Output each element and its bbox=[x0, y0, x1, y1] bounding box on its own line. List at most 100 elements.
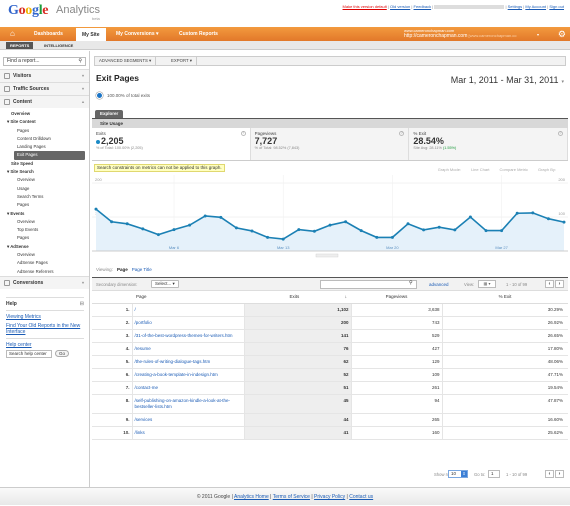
data-point[interactable] bbox=[406, 222, 410, 226]
sidebar-item[interactable]: ▾ AdSense bbox=[0, 243, 89, 251]
page-link[interactable]: / bbox=[135, 307, 136, 312]
metric-pageviews[interactable]: Pageviews 7,727 % of Total: 98.52% (7,84… bbox=[250, 128, 410, 160]
data-point[interactable] bbox=[281, 237, 285, 241]
data-point[interactable] bbox=[125, 222, 129, 226]
account-dropdown-icon[interactable]: ▾ bbox=[537, 32, 539, 37]
my-account-link[interactable]: My Account bbox=[525, 4, 546, 9]
sign-out-link[interactable]: Sign out bbox=[549, 4, 564, 9]
data-point[interactable] bbox=[546, 217, 550, 221]
table-row[interactable]: 6./creating-a-book-template-in-indesign.… bbox=[92, 368, 568, 382]
col-pageviews[interactable]: Pageviews bbox=[351, 291, 442, 304]
table-row[interactable]: 9./services 44 265 16.60% bbox=[92, 413, 568, 427]
sidebar-item[interactable]: AdSense Referrers bbox=[0, 268, 89, 276]
sidebar-item[interactable]: AdSense Pages bbox=[0, 259, 89, 267]
page-link[interactable]: /31-of-the-best-wordpress-themes-for-wri… bbox=[135, 333, 233, 338]
data-point[interactable] bbox=[437, 225, 441, 229]
page-link[interactable]: /the-rules-of-writing-dialogue-tags.htm bbox=[135, 359, 211, 364]
page-link[interactable]: /links bbox=[135, 430, 145, 435]
contact-link[interactable]: Contact us bbox=[349, 494, 373, 500]
sidebar-section-conversions[interactable]: Conversions ▾ bbox=[0, 275, 89, 289]
tab-my-site[interactable]: My Site bbox=[76, 28, 106, 41]
tab-dashboards[interactable]: Dashboards bbox=[28, 27, 69, 41]
page-link[interactable]: /self-publishing-on-amazon-kindle-a-look… bbox=[135, 398, 231, 409]
prev-page-button[interactable]: ‹ bbox=[545, 280, 554, 288]
old-reports-link[interactable]: Find Your Old Reports in the New Interfa… bbox=[6, 323, 84, 335]
sidebar-item[interactable]: Landing Pages bbox=[0, 143, 89, 151]
sidebar-item[interactable]: Pages bbox=[0, 201, 89, 209]
gear-icon[interactable]: ⚙ bbox=[558, 29, 566, 39]
tab-custom-reports[interactable]: Custom Reports bbox=[173, 27, 224, 41]
data-point[interactable] bbox=[266, 235, 270, 239]
old-version-link[interactable]: Old version bbox=[390, 4, 410, 9]
analytics-home-link[interactable]: Analytics Home bbox=[234, 494, 269, 500]
metric-exits[interactable]: Exits 2,205 % of Total: 100.00% (2,205) … bbox=[92, 128, 251, 160]
view-grid-button[interactable]: ▦ ▾ bbox=[478, 280, 496, 288]
tab-site-usage[interactable]: Site Usage bbox=[92, 118, 568, 128]
data-point[interactable] bbox=[359, 229, 363, 233]
help-center-link[interactable]: Help center bbox=[6, 342, 84, 348]
data-point[interactable] bbox=[422, 228, 426, 232]
page-link[interactable]: /contact-me bbox=[135, 385, 159, 390]
tab-page-title[interactable]: Page Title bbox=[132, 267, 152, 272]
next-page-button[interactable]: › bbox=[555, 280, 564, 288]
data-point[interactable] bbox=[375, 235, 379, 239]
table-row[interactable]: 4./resume 76 427 17.80% bbox=[92, 342, 568, 356]
compare-metric-option[interactable]: Compare Metric bbox=[500, 167, 528, 172]
sidebar-item[interactable]: Exit Pages bbox=[14, 151, 85, 160]
chart-resize-handle[interactable] bbox=[315, 253, 339, 258]
table-row[interactable]: 8./self-publishing-on-amazon-kindle-a-lo… bbox=[92, 394, 568, 414]
table-row[interactable]: 3./31-of-the-best-wordpress-themes-for-w… bbox=[92, 329, 568, 343]
data-point[interactable] bbox=[250, 229, 254, 233]
sidebar-item[interactable]: Pages bbox=[0, 234, 89, 242]
search-icon[interactable]: ⚲ bbox=[78, 58, 82, 65]
sidebar-item[interactable]: ▾ Site Content bbox=[0, 118, 89, 126]
minimize-icon[interactable]: ⊟ bbox=[80, 301, 84, 307]
data-point[interactable] bbox=[468, 215, 472, 219]
help-icon[interactable]: ? bbox=[558, 131, 564, 136]
settings-link[interactable]: Settings bbox=[508, 4, 522, 9]
sidebar-item[interactable]: Search Terms bbox=[0, 193, 89, 201]
data-point[interactable] bbox=[515, 211, 519, 215]
data-point[interactable] bbox=[110, 220, 114, 224]
data-point[interactable] bbox=[156, 233, 160, 237]
find-report-input[interactable]: Find a report... ⚲ bbox=[3, 57, 86, 66]
data-point[interactable] bbox=[172, 228, 176, 232]
col-pct-exit[interactable]: % Exit bbox=[442, 291, 568, 304]
sidebar-item[interactable]: ▾ Events bbox=[0, 210, 89, 218]
viewing-metrics-link[interactable]: Viewing Metrics bbox=[6, 314, 84, 320]
data-point[interactable] bbox=[328, 223, 332, 227]
show-rows-select[interactable]: 10 ⇕ bbox=[448, 470, 468, 478]
tab-intelligence[interactable]: INTELLIGENCE bbox=[40, 42, 77, 49]
home-icon[interactable]: ⌂ bbox=[10, 30, 18, 38]
col-exits[interactable]: Exits ↓ bbox=[244, 291, 351, 304]
tab-my-conversions[interactable]: My Conversions ▾ bbox=[110, 27, 165, 41]
graph-by-option[interactable]: Graph By: bbox=[538, 167, 556, 172]
table-row[interactable]: 5./the-rules-of-writing-dialogue-tags.ht… bbox=[92, 355, 568, 369]
tab-explorer[interactable]: Explorer bbox=[95, 110, 124, 118]
next-page-button[interactable]: › bbox=[555, 470, 564, 478]
account-selector[interactable]: www.cameronchapman.com http://cameroncha… bbox=[404, 28, 517, 39]
sidebar-section-visitors[interactable]: Visitors ▾ bbox=[0, 69, 89, 82]
sidebar-item[interactable]: Overview bbox=[0, 176, 89, 184]
help-icon[interactable]: ? bbox=[240, 131, 246, 136]
data-point[interactable] bbox=[453, 228, 457, 232]
help-search-input[interactable]: Search help center bbox=[6, 349, 52, 358]
feedback-link[interactable]: Feedback bbox=[414, 4, 432, 9]
sidebar-item[interactable]: Usage bbox=[0, 185, 89, 193]
data-point[interactable] bbox=[234, 226, 238, 230]
tab-page[interactable]: Page bbox=[117, 267, 128, 272]
sidebar-item[interactable]: ▾ Site Search bbox=[0, 168, 89, 176]
col-page[interactable]: Page bbox=[132, 291, 244, 304]
sidebar-item[interactable]: Overview bbox=[0, 110, 89, 118]
sidebar-item[interactable]: Content Drilldown bbox=[0, 135, 89, 143]
page-link[interactable]: /creating-a-book-template-in-indesign.ht… bbox=[135, 372, 218, 377]
data-point[interactable] bbox=[390, 235, 394, 239]
table-search-input[interactable] bbox=[320, 280, 417, 289]
export-button[interactable]: EXPORT ▾ bbox=[167, 57, 197, 65]
table-row[interactable]: 1./ 1,102 3,638 30.29% bbox=[92, 303, 568, 317]
page-link[interactable]: /services bbox=[135, 417, 153, 422]
table-row[interactable]: 7./contact-me 51 261 19.54% bbox=[92, 381, 568, 395]
data-point[interactable] bbox=[203, 214, 207, 218]
metric-pct-exit[interactable]: % Exit 28.54% Site Avg: 28.11% (1.55%) ? bbox=[409, 128, 569, 160]
privacy-link[interactable]: Privacy Policy bbox=[314, 494, 345, 500]
